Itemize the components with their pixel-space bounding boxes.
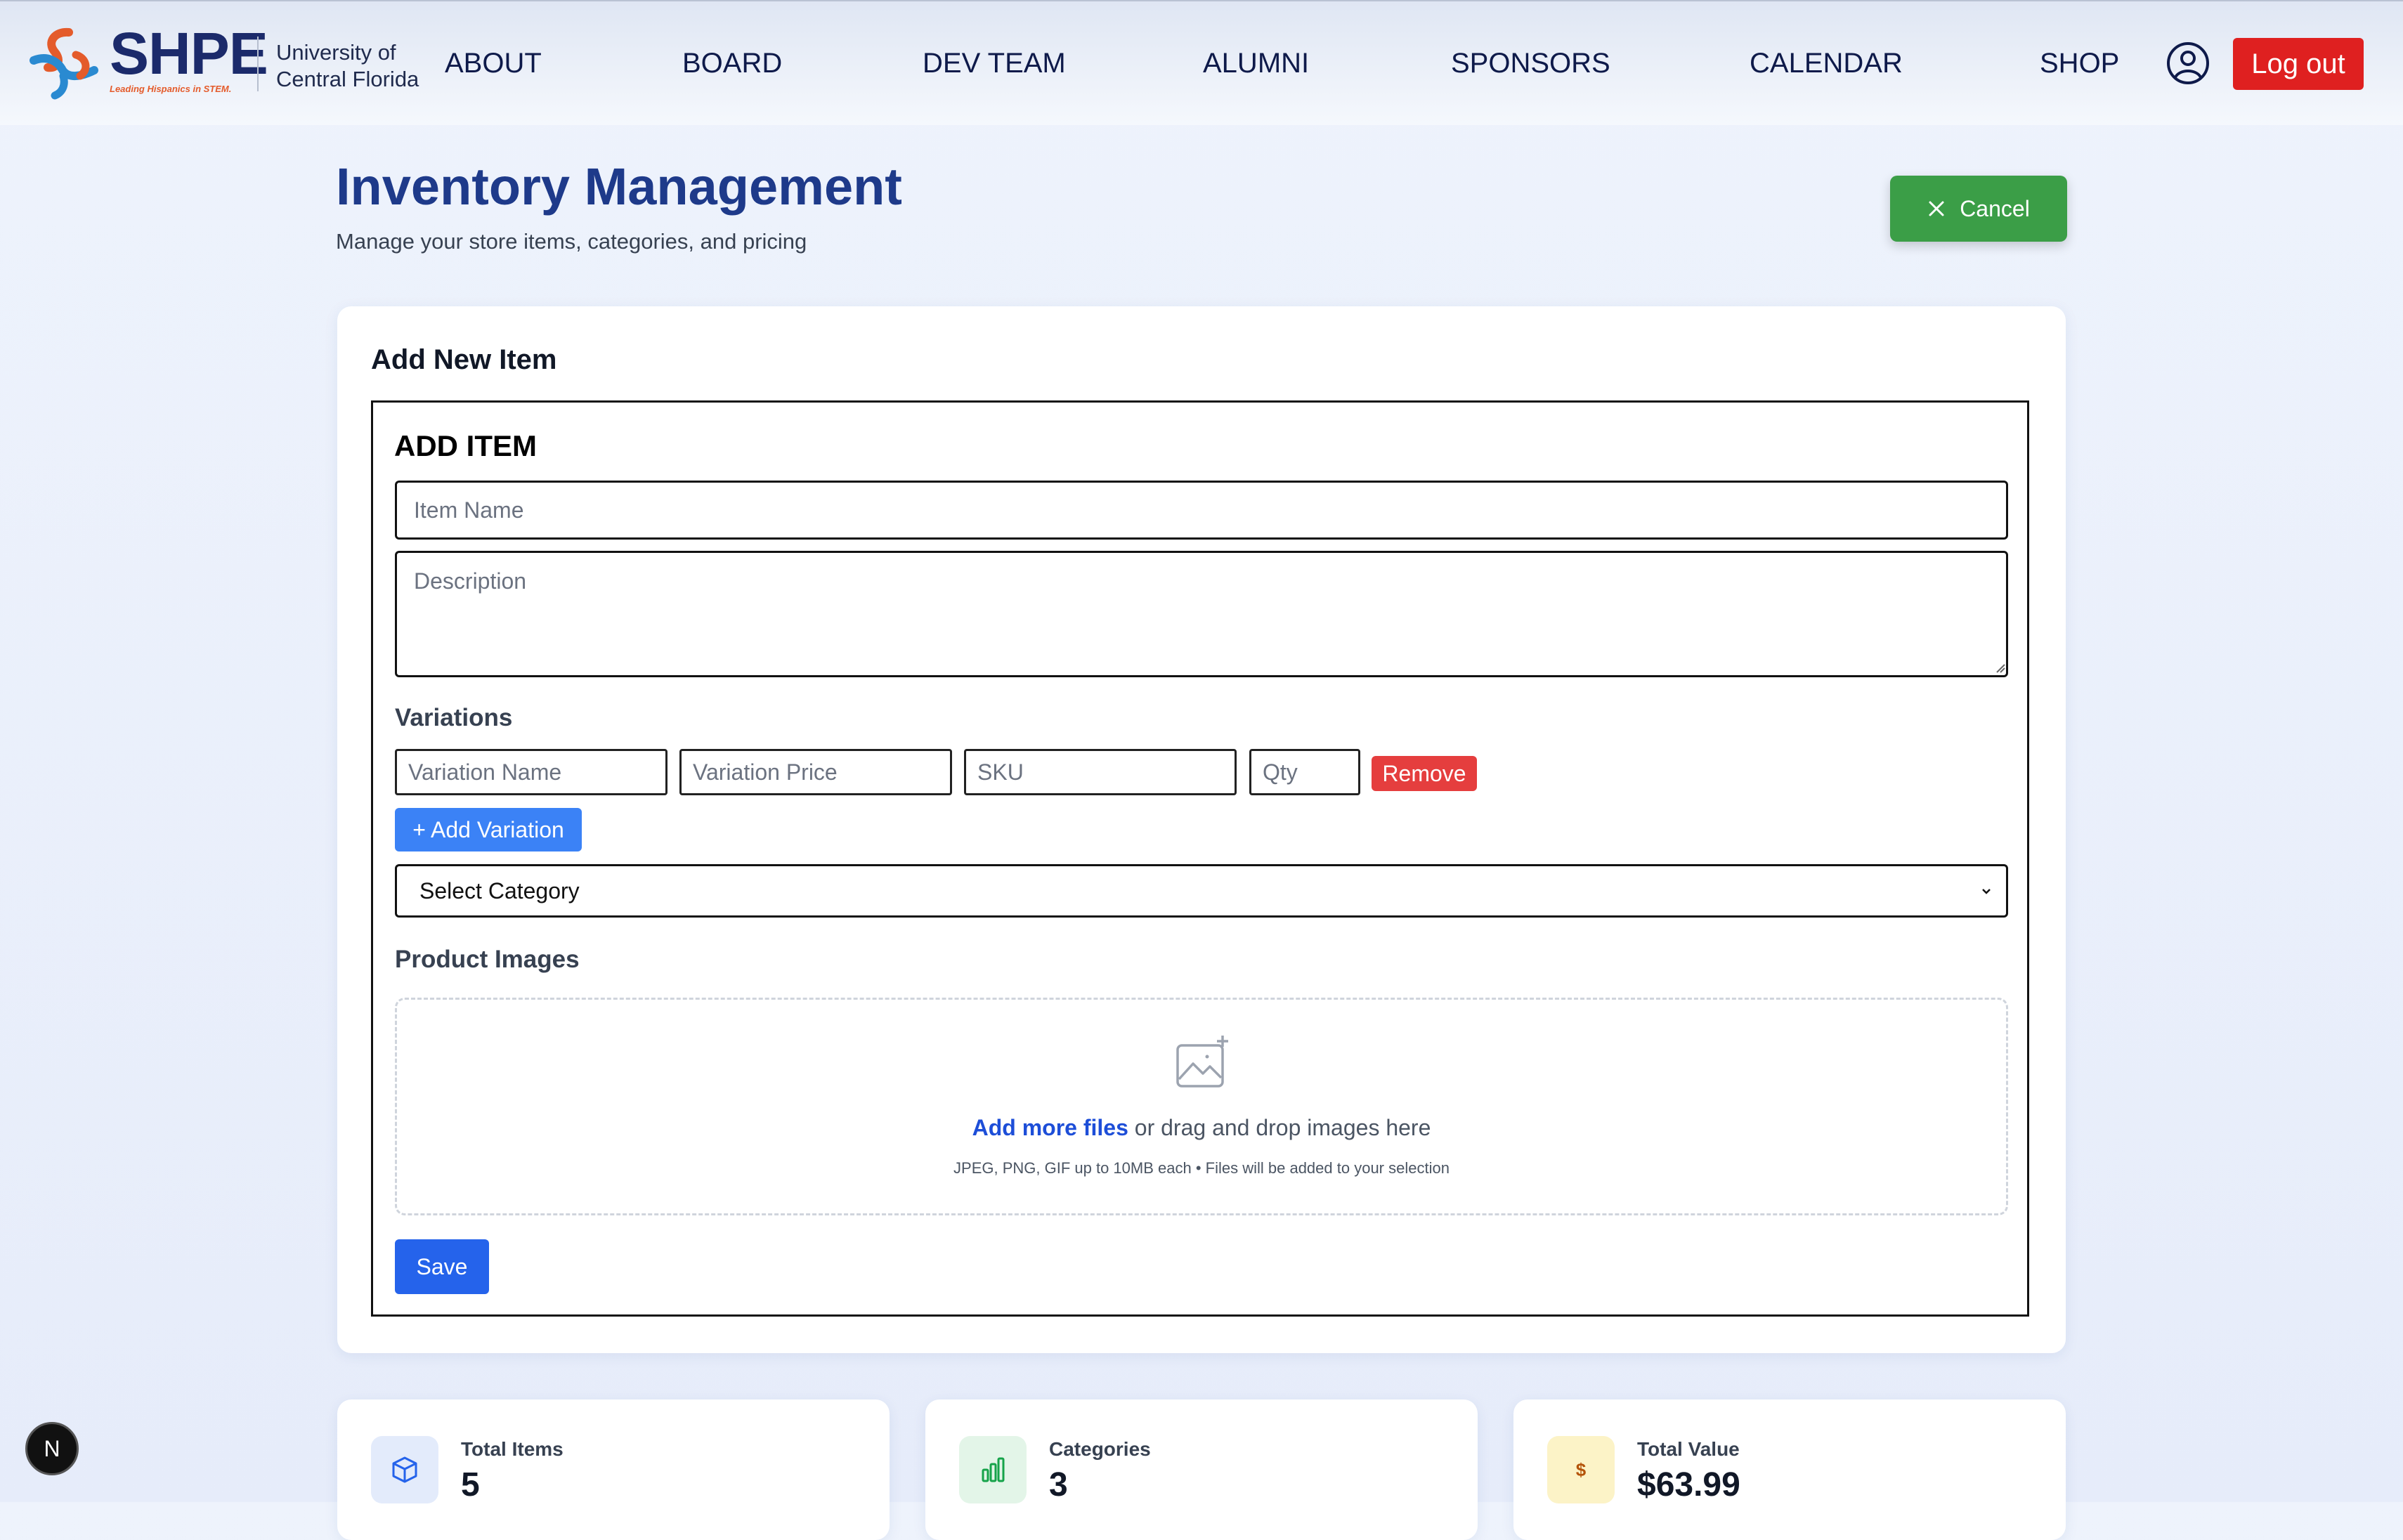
product-images-label: Product Images <box>395 946 580 973</box>
image-add-icon <box>1176 1036 1228 1088</box>
shpe-logo-icon <box>30 27 98 100</box>
add-variation-button[interactable]: + Add Variation <box>395 808 582 851</box>
brand-divider <box>257 37 259 91</box>
dropzone-instructions: Add more files or drag and drop images h… <box>395 1113 2008 1142</box>
item-name-input[interactable]: Item Name <box>395 481 2008 540</box>
nav-link-shop[interactable]: SHOP <box>2040 46 2119 80</box>
cube-icon <box>371 1436 438 1503</box>
image-dropzone[interactable] <box>395 998 2008 1215</box>
stat-label: Categories <box>1049 1438 1151 1460</box>
nav-link-alumni[interactable]: ALUMNI <box>1203 46 1309 80</box>
top-navbar: SHPE Leading Hispanics in STEM. Universi… <box>0 0 2403 125</box>
stat-value: 5 <box>461 1466 480 1503</box>
resize-handle-icon[interactable] <box>1994 662 2005 673</box>
cancel-button[interactable]: Cancel <box>1890 176 2067 242</box>
dropzone-text: or drag and drop images here <box>1128 1115 1431 1140</box>
stat-card-total-value: $ Total Value $63.99 <box>1513 1399 2066 1540</box>
stat-card-categories: Categories 3 <box>925 1399 1478 1540</box>
close-icon <box>1929 201 1944 216</box>
stat-value: $63.99 <box>1637 1466 1740 1503</box>
save-button[interactable]: Save <box>395 1239 489 1294</box>
logout-button[interactable]: Log out <box>2233 38 2364 90</box>
variation-qty-input[interactable]: Qty <box>1249 749 1360 795</box>
stat-card-total-items: Total Items 5 <box>337 1399 890 1540</box>
variation-sku-input[interactable]: SKU <box>964 749 1237 795</box>
dev-tools-badge[interactable]: N <box>25 1422 79 1475</box>
university-line-1: University of <box>276 40 396 65</box>
brand-tagline: Leading Hispanics in STEM. <box>110 84 232 94</box>
description-textarea[interactable]: Description <box>395 551 2008 677</box>
add-more-files-link[interactable]: Add more files <box>972 1115 1128 1140</box>
cancel-button-label: Cancel <box>1960 195 2030 221</box>
stat-label: Total Value <box>1637 1438 1740 1460</box>
nav-link-board[interactable]: BOARD <box>682 46 782 80</box>
university-name: University of Central Florida <box>276 39 419 93</box>
stat-value: 3 <box>1049 1466 1068 1503</box>
remove-variation-button[interactable]: Remove <box>1372 756 1477 791</box>
bar-chart-icon <box>959 1436 1027 1503</box>
nav-link-sponsors[interactable]: SPONSORS <box>1451 46 1610 80</box>
dollar-icon: $ <box>1547 1436 1615 1503</box>
page-title: Inventory Management <box>336 157 902 216</box>
category-select[interactable]: Select Category <box>395 864 2008 918</box>
chevron-down-icon <box>1982 889 1991 894</box>
university-line-2: Central Florida <box>276 67 419 91</box>
user-circle-icon[interactable] <box>2166 41 2210 86</box>
add-item-form-title: ADD ITEM <box>394 429 537 462</box>
dropzone-note: JPEG, PNG, GIF up to 10MB each • Files w… <box>953 1159 1450 1177</box>
add-item-card-title: Add New Item <box>371 344 557 375</box>
brand-name[interactable]: SHPE <box>110 24 268 83</box>
page-subtitle: Manage your store items, categories, and… <box>336 229 807 254</box>
category-select-value: Select Category <box>419 877 580 903</box>
nav-link-dev-team[interactable]: DEV TEAM <box>923 46 1066 80</box>
variation-name-input[interactable]: Variation Name <box>395 749 668 795</box>
nav-link-about[interactable]: ABOUT <box>445 46 542 80</box>
nav-link-calendar[interactable]: CALENDAR <box>1750 46 1903 80</box>
variation-price-input[interactable]: Variation Price <box>679 749 952 795</box>
stat-label: Total Items <box>461 1438 564 1460</box>
variations-label: Variations <box>395 704 513 731</box>
